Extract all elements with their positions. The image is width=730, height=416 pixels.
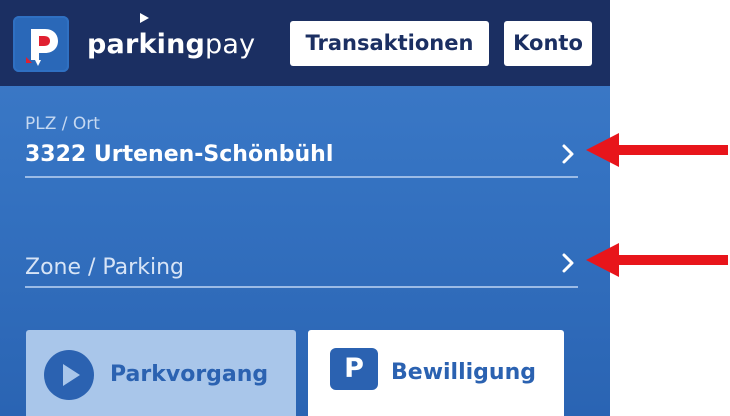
zone-field-underline (25, 286, 578, 288)
top-bar: parkingpay Transaktionen Konto (0, 0, 610, 86)
chevron-right-icon[interactable] (557, 252, 579, 274)
permit-label: Bewilligung (391, 360, 536, 385)
transactions-button[interactable]: Transaktionen (290, 21, 489, 66)
brand-mark-icon (140, 13, 149, 23)
start-parking-button[interactable]: Parkvorgang (26, 330, 296, 416)
permit-button[interactable]: P Bewilligung (308, 330, 564, 416)
location-field-value[interactable]: 3322 Urtenen-Schönbühl (25, 140, 333, 170)
play-circle-icon (44, 350, 94, 400)
location-field-label: PLZ / Ort (25, 114, 100, 134)
red-arrow-icon (586, 133, 728, 167)
parkingpay-app: parkingpay Transaktionen Konto PLZ / Ort… (0, 0, 610, 416)
account-button[interactable]: Konto (504, 21, 592, 66)
start-parking-label: Parkvorgang (110, 362, 269, 387)
location-field-underline (25, 176, 578, 178)
red-arrow-icon (586, 243, 728, 277)
parkingpay-logo-icon (13, 16, 69, 72)
brand-name: parkingpay (87, 29, 256, 60)
zone-field-placeholder[interactable]: Zone / Parking (25, 253, 184, 283)
chevron-right-icon[interactable] (557, 143, 579, 165)
parking-p-icon: P (330, 348, 378, 390)
